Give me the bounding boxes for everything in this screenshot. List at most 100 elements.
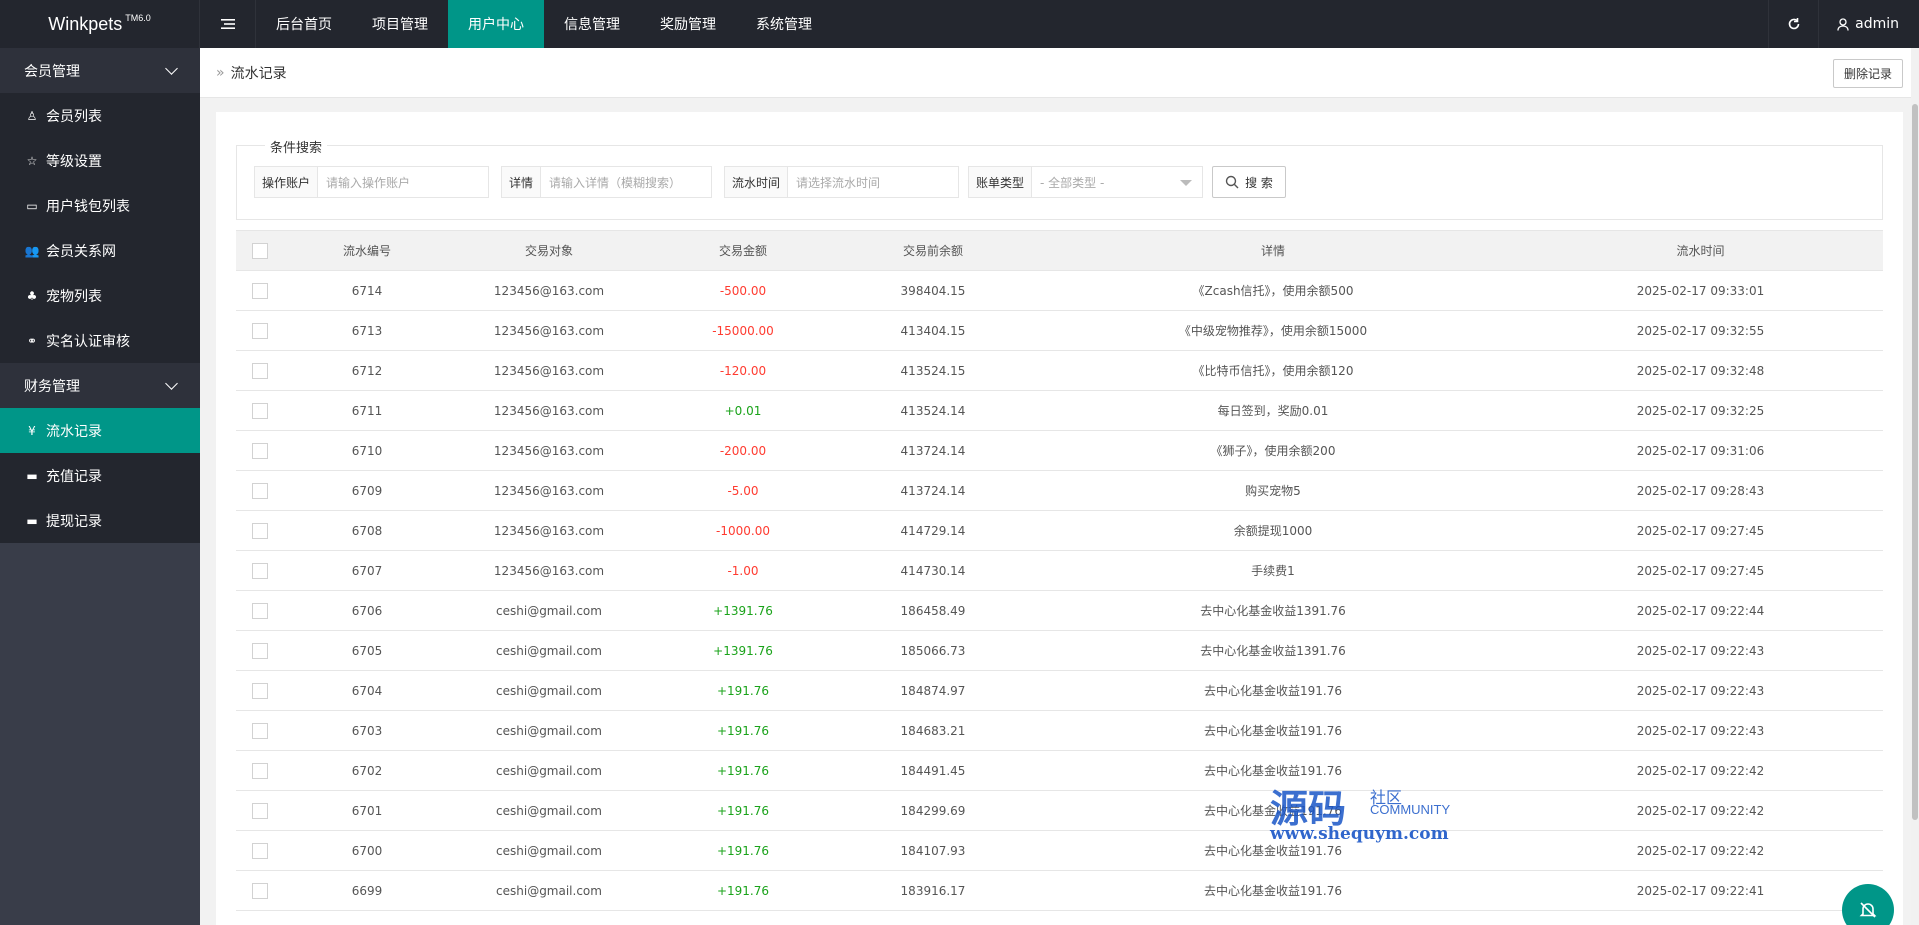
table-row[interactable]: 6713 123456@163.com -15000.00 413404.15 《中级宠… [236, 310, 1883, 351]
logo[interactable]: Winkpets TM6.0 [0, 0, 200, 48]
sidebar-item[interactable]: ☆ 等级设置 [0, 138, 200, 183]
sidebar-item[interactable]: ¥ 流水记录 [0, 408, 200, 453]
nav-item[interactable]: 用户中心 [448, 0, 544, 48]
table-row[interactable]: 6704 ceshi@gmail.com +191.76 184874.97 去中心化基… [236, 670, 1883, 711]
row-checkbox[interactable] [252, 642, 268, 659]
table-row[interactable]: 6699 ceshi@gmail.com +191.76 183916.17 去中心化基… [236, 870, 1883, 911]
wallet-icon: ▭ [26, 198, 38, 213]
table-row[interactable]: 6703 ceshi@gmail.com +191.76 184683.21 去中心化基… [236, 710, 1883, 751]
menu-toggle-icon[interactable] [200, 0, 256, 48]
table-row[interactable]: 6712 123456@163.com -120.00 413524.15 《比特币信托… [236, 350, 1883, 391]
star-icon: ☆ [26, 153, 38, 168]
sidebar-item[interactable]: ♣ 宠物列表 [0, 273, 200, 318]
col-before: 交易前余额 [838, 230, 1028, 271]
cell-id: 6711 [284, 390, 450, 431]
col-amount: 交易金额 [648, 230, 838, 271]
row-checkbox[interactable] [252, 802, 268, 819]
table-row[interactable]: 6700 ceshi@gmail.com +191.76 184107.93 去中心化基… [236, 830, 1883, 871]
row-checkbox[interactable] [252, 882, 268, 899]
row-select-cell [236, 790, 284, 831]
cell-before: 413724.14 [838, 430, 1028, 471]
detail-input[interactable]: 请输入详情（模糊搜索） [541, 167, 711, 197]
table-row[interactable]: 6707 123456@163.com -1.00 414730.14 手续费1 2025… [236, 550, 1883, 591]
account-input[interactable]: 请输入操作账户 [318, 167, 488, 197]
row-checkbox[interactable] [252, 522, 268, 539]
cell-detail: 每日签到，奖励0.01 [1028, 390, 1518, 431]
sidebar-item[interactable]: ♙ 会员列表 [0, 93, 200, 138]
row-checkbox[interactable] [252, 722, 268, 739]
row-checkbox[interactable] [252, 602, 268, 619]
row-checkbox[interactable] [252, 442, 268, 459]
cell-amount: -1.00 [648, 550, 838, 591]
user-menu[interactable]: admin [1818, 0, 1919, 48]
select-all-checkbox[interactable] [252, 242, 268, 259]
delete-records-button[interactable]: 删除记录 [1832, 59, 1903, 88]
cell-time: 2025-02-17 09:22:44 [1518, 590, 1883, 631]
select-all-cell [236, 230, 284, 271]
row-checkbox[interactable] [252, 562, 268, 579]
table-row[interactable]: 6702 ceshi@gmail.com +191.76 184491.45 去中心化基… [236, 750, 1883, 791]
scrollbar-thumb[interactable] [1912, 104, 1918, 820]
search-icon [1225, 175, 1239, 189]
table-row[interactable]: 6705 ceshi@gmail.com +1391.76 185066.73 去中心化… [236, 630, 1883, 671]
search-legend: 条件搜索 [265, 137, 328, 156]
time-input[interactable]: 请选择流水时间 [788, 167, 958, 197]
card-icon: ▬ [26, 468, 38, 483]
row-select-cell [236, 390, 284, 431]
type-field-label: 账单类型 [969, 167, 1033, 197]
scrollbar[interactable] [1911, 48, 1919, 925]
table-row[interactable]: 6714 123456@163.com -500.00 398404.15 《Zcash… [236, 270, 1883, 311]
table-row[interactable]: 6710 123456@163.com -200.00 413724.14 《狮子》，使… [236, 430, 1883, 471]
cell-id: 6714 [284, 270, 450, 311]
link-icon: ⚭ [26, 333, 38, 348]
logo-version: TM6.0 [125, 13, 151, 23]
nav-item[interactable]: 后台首页 [256, 0, 352, 48]
table-row[interactable]: 6708 123456@163.com -1000.00 414729.14 余额提现1… [236, 510, 1883, 551]
nav-item[interactable]: 奖励管理 [640, 0, 736, 48]
type-select[interactable]: - 全部类型 - [1032, 167, 1202, 197]
sidebar-group[interactable]: 会员管理 [0, 48, 200, 93]
sidebar-group[interactable]: 财务管理 [0, 363, 200, 408]
cell-target: 123456@163.com [450, 470, 648, 511]
nav-item[interactable]: 项目管理 [352, 0, 448, 48]
row-checkbox[interactable] [252, 682, 268, 699]
row-checkbox[interactable] [252, 402, 268, 419]
sidebar-item[interactable]: ⚭ 实名认证审核 [0, 318, 200, 363]
search-button[interactable]: 搜 索 [1212, 166, 1286, 198]
search-button-label: 搜 索 [1245, 175, 1273, 190]
sidebar-item[interactable]: ▬ 充值记录 [0, 453, 200, 498]
refresh-icon[interactable] [1768, 0, 1818, 48]
table-row[interactable]: 6706 ceshi@gmail.com +1391.76 186458.49 去中心化… [236, 590, 1883, 631]
cell-before: 413524.14 [838, 390, 1028, 431]
cell-detail: 去中心化基金收益191.76 [1028, 870, 1518, 911]
table-row[interactable]: 6711 123456@163.com +0.01 413524.14 每日签到，奖励0… [236, 390, 1883, 431]
row-checkbox[interactable] [252, 842, 268, 859]
sidebar-item-label: 等级设置 [46, 153, 102, 170]
type-field: 账单类型 - 全部类型 - [968, 166, 1203, 198]
table-row[interactable]: 6709 123456@163.com -5.00 413724.14 购买宠物5 202… [236, 470, 1883, 511]
sidebar-item[interactable]: 👥 会员关系网 [0, 228, 200, 273]
cell-target: 123456@163.com [450, 310, 648, 351]
row-checkbox[interactable] [252, 282, 268, 299]
sidebar-item[interactable]: ▭ 用户钱包列表 [0, 183, 200, 228]
nav-item[interactable]: 信息管理 [544, 0, 640, 48]
cell-amount: +1391.76 [648, 630, 838, 671]
cell-target: ceshi@gmail.com [450, 870, 648, 911]
cell-time: 2025-02-17 09:22:43 [1518, 670, 1883, 711]
row-select-cell [236, 630, 284, 671]
row-checkbox[interactable] [252, 482, 268, 499]
cell-target: 123456@163.com [450, 350, 648, 391]
table-row[interactable]: 6701 ceshi@gmail.com +191.76 184299.69 去中心化基… [236, 790, 1883, 831]
cell-time: 2025-02-17 09:22:43 [1518, 710, 1883, 751]
cell-target: 123456@163.com [450, 430, 648, 471]
row-checkbox[interactable] [252, 762, 268, 779]
sidebar-item[interactable]: ▬ 提现记录 [0, 498, 200, 543]
nav-item[interactable]: 系统管理 [736, 0, 832, 48]
records-table: 流水编号 交易对象 交易金额 交易前余额 详情 流水时间 6714 123456@… [236, 230, 1883, 911]
cell-amount: -500.00 [648, 270, 838, 311]
row-select-cell [236, 830, 284, 871]
row-checkbox[interactable] [252, 362, 268, 379]
row-checkbox[interactable] [252, 322, 268, 339]
cell-target: 123456@163.com [450, 550, 648, 591]
cell-detail: 《狮子》，使用余额200 [1028, 430, 1518, 471]
